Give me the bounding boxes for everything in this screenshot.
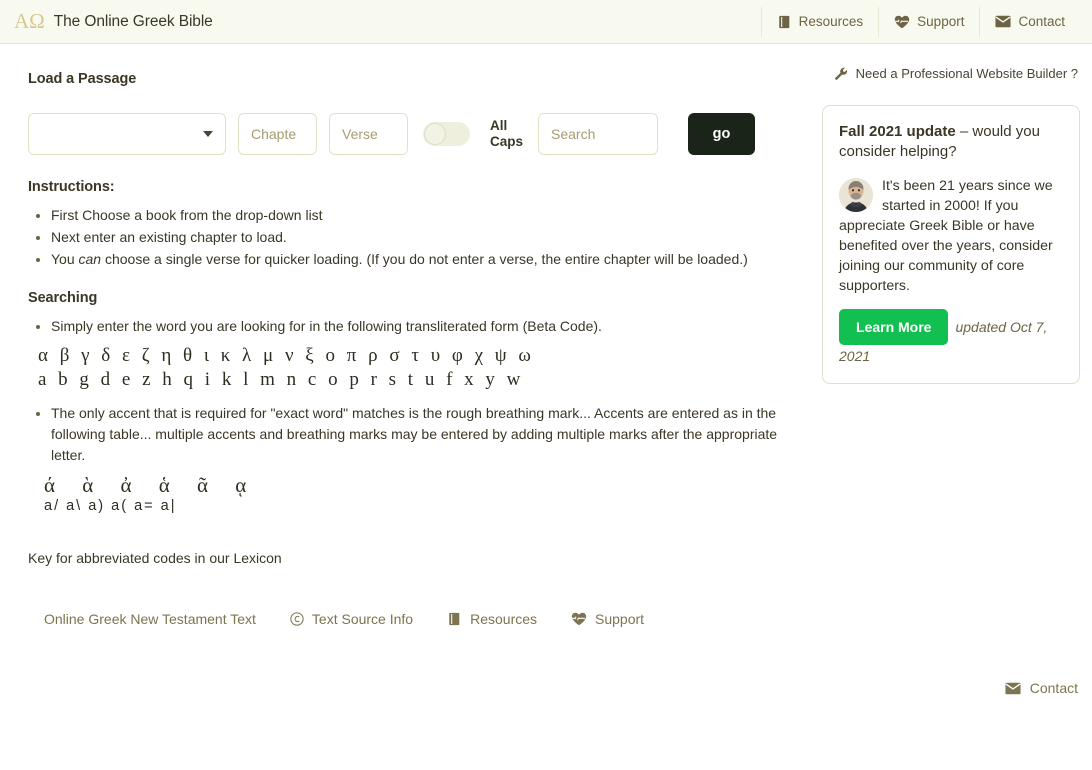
footer-links: Online Greek New Testament Text Text Sou… [28, 611, 800, 627]
accent-code-row: a/ a\ a) a( a= a| [44, 497, 177, 514]
promo-card: Fall 2021 update – would you consider he… [822, 105, 1080, 384]
instr3-post: choose a single verse for quicker loadin… [101, 250, 748, 267]
go-button[interactable]: go [688, 113, 755, 155]
greek-alphabet-row: α β γ δ ε ζ η θ ι κ λ μ ν ξ ο π ρ σ τ υ … [38, 344, 535, 366]
searching-heading: Searching [28, 289, 98, 306]
instructions-section: Instructions: First Choose a book from t… [28, 177, 800, 270]
book-icon [777, 15, 792, 29]
footer-link-support[interactable]: Support [571, 611, 644, 627]
footer-label-resources: Resources [470, 611, 538, 628]
website-builder-label: Need a Professional Website Builder ? [855, 66, 1078, 81]
page-body: Load a Passage Chapte Verse All Caps Sea… [0, 44, 1092, 627]
instructions-heading: Instructions: [28, 179, 115, 195]
promo-body: It's been 21 years since we started in 2… [839, 176, 1063, 297]
wrench-icon [834, 67, 848, 81]
lexicon-key-link[interactable]: Key for abbreviated codes in our Lexicon [28, 548, 800, 569]
website-builder-link[interactable]: Need a Professional Website Builder ? [822, 66, 1080, 81]
load-passage-heading: Load a Passage [28, 71, 137, 87]
sidebar-column: Need a Professional Website Builder ? Fa… [822, 44, 1092, 627]
list-item: You can choose a single verse for quicke… [51, 249, 800, 270]
nav-item-support[interactable]: Support [878, 6, 979, 37]
footer-label-support: Support [595, 611, 645, 628]
copyright-icon [290, 612, 304, 626]
instructions-list: First Choose a book from the drop-down l… [28, 205, 800, 269]
promo-title: Fall 2021 update – would you consider he… [839, 122, 1063, 163]
promo-title-bold: Fall 2021 update [839, 123, 956, 140]
book-icon [447, 612, 462, 626]
searching-section: Searching Simply enter the word you are … [28, 288, 800, 569]
brand[interactable]: ΑΩ The Online Greek Bible [14, 11, 213, 32]
instr3-emphasis: can [78, 250, 102, 267]
list-item: Simply enter the word you are looking fo… [51, 316, 800, 337]
beta-code-table: α β γ δ ε ζ η θ ι κ λ μ ν ξ ο π ρ σ τ υ … [38, 344, 800, 392]
passage-form: Chapte Verse All Caps Search go [28, 113, 800, 155]
main-column: Load a Passage Chapte Verse All Caps Sea… [0, 44, 822, 627]
book-select[interactable] [28, 113, 226, 155]
footer-label-greek-nt-text: Online Greek New Testament Text [44, 611, 256, 628]
promo-cta-row: Learn More updated Oct 7, 2021 [839, 309, 1063, 368]
nav-label-resources: Resources [798, 14, 864, 29]
searching-list: Simply enter the word you are looking fo… [28, 316, 800, 337]
verse-input[interactable]: Verse [329, 113, 408, 155]
nav-item-contact[interactable]: Contact [979, 6, 1080, 37]
envelope-icon [1005, 682, 1021, 695]
accent-glyph-row: ά ὰ ἀ ἁ ᾶ ᾳ [44, 473, 258, 498]
toggle-knob [424, 123, 446, 145]
chapter-input[interactable]: Chapte [238, 113, 317, 155]
footer-label-text-source-info: Text Source Info [311, 611, 414, 628]
learn-more-button[interactable]: Learn More [839, 309, 949, 346]
footer-link-resources[interactable]: Resources [447, 611, 537, 627]
verse-placeholder: Verse [342, 126, 378, 142]
list-item: First Choose a book from the drop-down l… [51, 205, 800, 226]
nav-label-contact: Contact [1018, 14, 1065, 29]
searching-list-2: The only accent that is required for "ex… [28, 403, 800, 465]
bottom-contact-label: Contact [1029, 680, 1078, 696]
alpha-omega-logo: ΑΩ [14, 9, 45, 33]
nav-label-support: Support [917, 14, 965, 29]
heart-pulse-icon [571, 612, 587, 626]
chevron-down-icon [203, 131, 213, 137]
top-navigation: Resources Support Contact [760, 0, 1080, 44]
list-item: The only accent that is required for "ex… [51, 403, 800, 465]
list-item: Next enter an existing chapter to load. [51, 227, 800, 248]
avatar [839, 177, 873, 212]
envelope-icon [995, 15, 1012, 28]
site-title: The Online Greek Bible [53, 12, 213, 30]
accent-table: ά ὰ ἀ ἁ ᾶ ᾳ a/ a\ a) a( a= a| [44, 474, 800, 515]
footer-link-greek-nt-text[interactable]: Online Greek New Testament Text [44, 611, 256, 627]
bottom-contact-link[interactable]: Contact [1005, 680, 1078, 696]
all-caps-label: All Caps [490, 117, 524, 149]
nav-item-resources[interactable]: Resources [760, 6, 879, 37]
beta-code-row: a b g d e z h q i k l m n c o p r s t u … [38, 368, 524, 390]
instr3-pre: You [51, 250, 79, 267]
heart-pulse-icon [894, 15, 910, 29]
footer-link-text-source-info[interactable]: Text Source Info [290, 611, 413, 627]
search-input[interactable]: Search [538, 113, 658, 155]
chapter-placeholder: Chapte [251, 126, 297, 142]
search-placeholder: Search [551, 126, 596, 142]
all-caps-toggle[interactable] [423, 122, 470, 146]
top-header-bar: ΑΩ The Online Greek Bible Resources Supp… [0, 0, 1092, 44]
